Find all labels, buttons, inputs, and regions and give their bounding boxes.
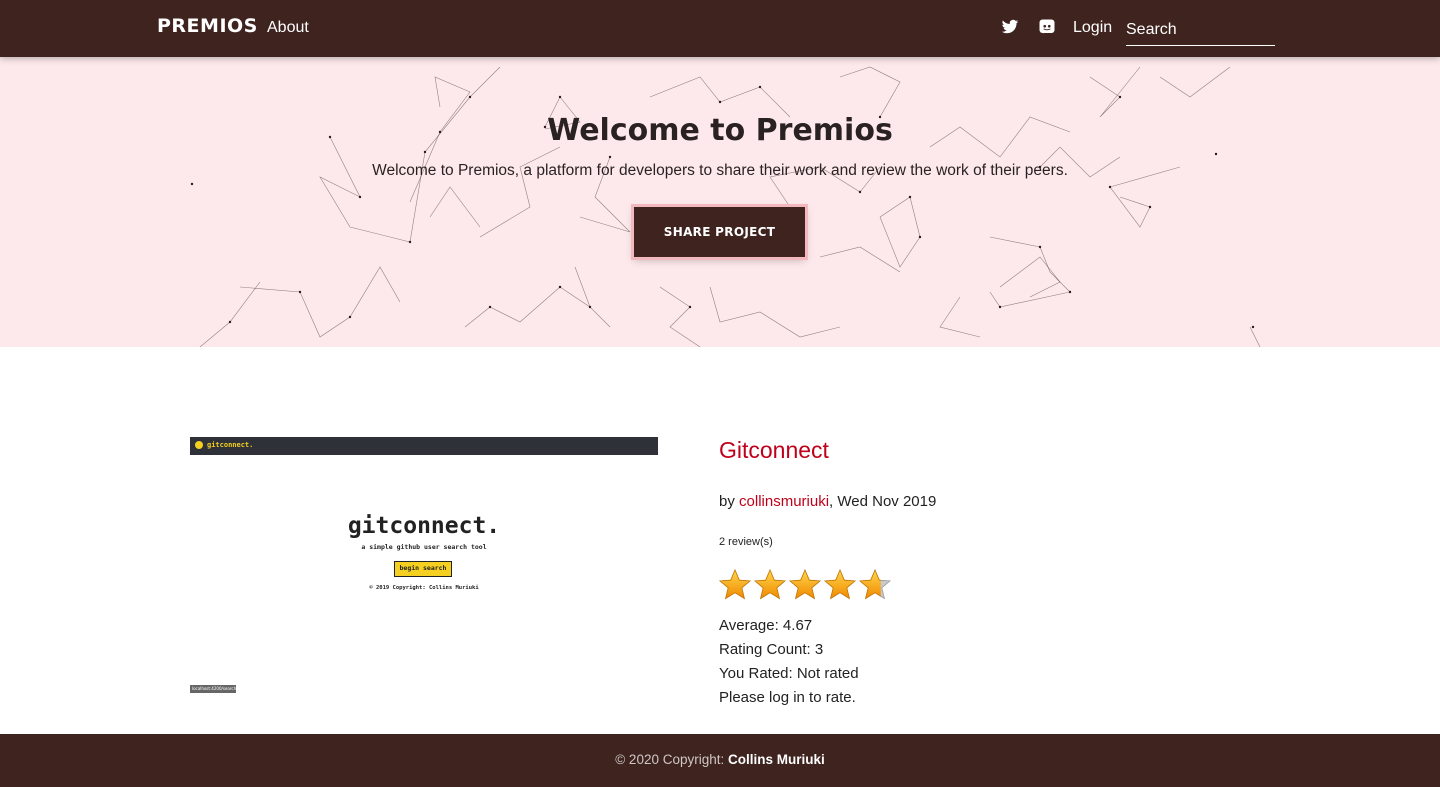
navbar: PREMIOS About Login: [0, 0, 1440, 57]
author-link[interactable]: collinsmuriuki: [739, 493, 829, 510]
particle-network-background: [190, 66, 1261, 347]
nav-about-link[interactable]: About: [267, 19, 309, 37]
star-icon[interactable]: [823, 568, 857, 602]
project-title[interactable]: Gitconnect: [719, 437, 829, 464]
brand-logo[interactable]: PREMIOS: [157, 15, 258, 37]
screenshot-title: gitconnect.: [347, 513, 501, 539]
hero-section: Welcome to Premios Welcome to Premios, a…: [0, 57, 1440, 347]
star-icon[interactable]: [753, 568, 787, 602]
footer-author[interactable]: Collins Muriuki: [728, 752, 825, 767]
github-icon: [195, 441, 203, 449]
footer-prefix: © 2020 Copyright:: [615, 752, 728, 767]
average-rating: Average: 4.67: [719, 617, 813, 634]
screenshot-bar-text: gitconnect.: [207, 441, 254, 449]
screenshot-tagline: a simple github user search tool: [361, 543, 487, 551]
star-icon[interactable]: [718, 568, 752, 602]
hero-title: Welcome to Premios: [547, 113, 893, 148]
screenshot-copyright: © 2019 Copyright: Collins Muriuki: [369, 585, 479, 591]
footer: © 2020 Copyright: Collins Muriuki: [0, 734, 1440, 787]
project-screenshot[interactable]: gitconnect. gitconnect. a simple github …: [190, 437, 658, 693]
share-project-button[interactable]: SHARE PROJECT: [634, 207, 805, 257]
footer-copyright: © 2020 Copyright: Collins Muriuki: [0, 752, 1440, 767]
user-rating: You Rated: Not rated: [719, 665, 859, 682]
screenshot-url-label: localhost:4200/search: [190, 685, 236, 693]
discord-icon[interactable]: [1038, 18, 1056, 36]
project-byline: by collinsmuriuki, Wed Nov 2019: [719, 493, 936, 510]
star-icon[interactable]: [788, 568, 822, 602]
nav-login-link[interactable]: Login: [1073, 19, 1112, 37]
screenshot-begin-search-button: begin search: [394, 561, 452, 577]
twitter-icon[interactable]: [1001, 18, 1019, 36]
star-icon[interactable]: [858, 568, 892, 602]
rating-count: Rating Count: 3: [719, 641, 824, 658]
project-date: , Wed Nov 2019: [829, 493, 937, 510]
hero-subtitle: Welcome to Premios, a platform for devel…: [372, 162, 1068, 179]
search-input[interactable]: [1126, 14, 1275, 46]
byline-prefix: by: [719, 493, 740, 510]
login-to-rate: Please log in to rate.: [719, 689, 856, 706]
review-count: 2 review(s): [719, 536, 773, 548]
screenshot-navbar: gitconnect.: [190, 437, 658, 455]
